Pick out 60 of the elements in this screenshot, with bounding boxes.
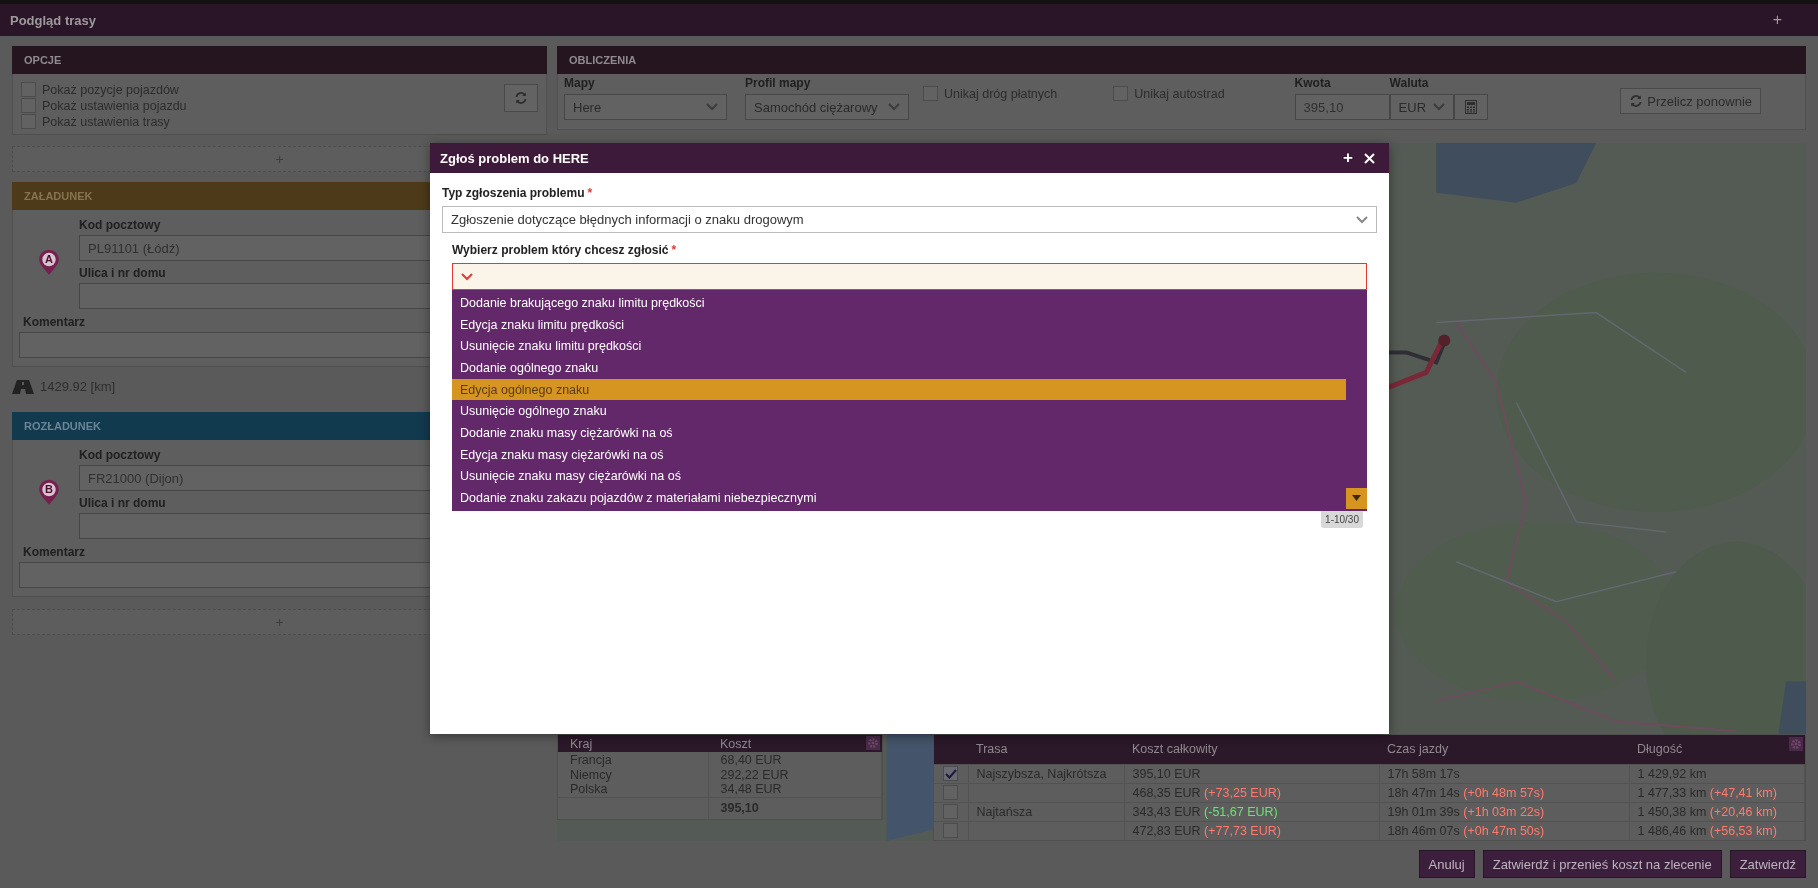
field-label: Ulica i nr domu — [79, 266, 166, 280]
window-title: Podgląd trasy — [10, 12, 96, 28]
map-pin: A — [38, 249, 60, 276]
field-label: Waluta — [1389, 76, 1430, 90]
field-label: Komentarz — [23, 545, 85, 559]
dropdown-option[interactable]: Usunięcie znaku limitu prędkości — [452, 335, 1346, 358]
field-label: Ulica i nr domu — [79, 496, 166, 510]
calculator-button[interactable] — [1453, 94, 1488, 120]
chevron-down-icon — [706, 103, 718, 111]
expand-button[interactable]: + — [1766, 10, 1788, 30]
difference-value: (+0h 47m 50s) — [1463, 823, 1545, 838]
difference-value: (+56,53 km) — [1709, 823, 1777, 838]
dropdown-option[interactable]: Edycja znaku limitu prędkości — [452, 313, 1346, 336]
column-header: Długość — [1629, 735, 1805, 764]
panel-header: OPCJE — [12, 46, 547, 74]
difference-value: (+77,73 EUR) — [1204, 823, 1281, 838]
field-label: Mapy — [564, 76, 596, 90]
column-header: Koszt całkowity — [1124, 735, 1379, 764]
caret-down-icon — [1352, 495, 1361, 502]
gear-icon[interactable] — [865, 736, 880, 750]
close-icon[interactable] — [1364, 152, 1375, 164]
dropdown-option[interactable]: Edycja ogólnego znaku — [452, 378, 1346, 401]
difference-value: (+20,46 km) — [1709, 804, 1777, 819]
dropdown-option[interactable]: Dodanie brakującego znaku limitu prędkości — [452, 292, 1346, 314]
field-label: Kod pocztowy — [79, 448, 161, 462]
action-button[interactable]: Zatwierdź i przenieś koszt na zlecenie — [1482, 850, 1722, 878]
chevron-down-icon — [888, 103, 900, 111]
column-header: Koszt — [708, 735, 882, 752]
action-button[interactable]: Anuluj — [1418, 850, 1475, 878]
chevron-down-icon — [1356, 215, 1368, 224]
gear-icon[interactable] — [1789, 737, 1803, 751]
expand-button[interactable]: + — [1336, 148, 1360, 168]
field-label: Profil mapy — [745, 76, 812, 90]
checkbox[interactable] — [943, 766, 959, 781]
report-type-select[interactable]: Zgłoszenie dotyczące błędnych informacji o znaku drogowym — [442, 206, 1377, 233]
map-pin: B — [38, 479, 60, 506]
chevron-down-icon — [461, 272, 473, 281]
refresh-button[interactable] — [504, 84, 538, 112]
field-label: Komentarz — [23, 315, 85, 329]
refresh-icon — [1629, 94, 1644, 108]
calculator-icon — [1464, 100, 1477, 114]
scroll-down-button[interactable] — [1346, 487, 1367, 509]
field-label: Kwota — [1294, 76, 1332, 90]
chevron-down-icon — [1432, 103, 1445, 111]
column-header: Czas jazdy — [1379, 735, 1629, 764]
dropdown-option[interactable]: Edycja znaku masy ciężarówki na oś — [452, 443, 1346, 466]
difference-value: (-51,67 EUR) — [1204, 804, 1278, 819]
column-header: Kraj — [558, 735, 708, 752]
action-button[interactable]: Zatwierdź — [1729, 850, 1806, 878]
difference-value: (+73,25 EUR) — [1204, 785, 1281, 800]
difference-value: (+1h 03m 22s) — [1463, 804, 1545, 819]
refresh-icon — [514, 91, 528, 105]
road-icon — [12, 379, 34, 394]
panel-header: OBLICZENIA — [557, 46, 1806, 74]
difference-value: (+47,41 km) — [1709, 785, 1777, 800]
difference-value: (+0h 48m 57s) — [1463, 785, 1545, 800]
dropdown-option[interactable]: Dodanie ogólnego znaku — [452, 357, 1346, 379]
field-label: Kod pocztowy — [79, 218, 161, 232]
problem-select[interactable] — [452, 263, 1367, 290]
column-header: Trasa — [968, 735, 1124, 764]
